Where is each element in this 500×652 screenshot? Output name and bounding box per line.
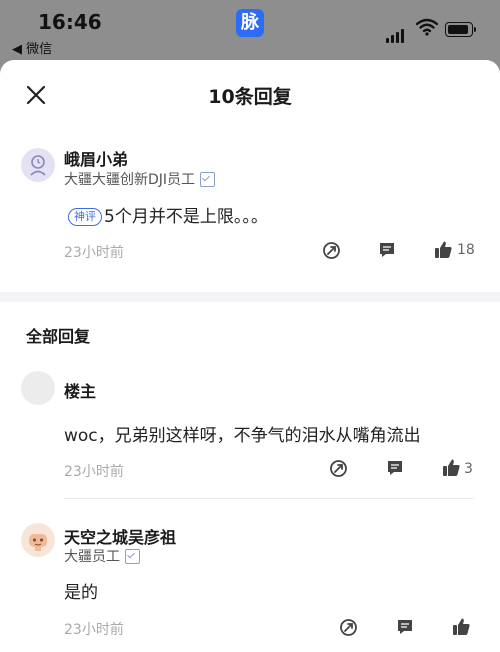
author-name[interactable]: 峨眉小弟 bbox=[64, 146, 128, 170]
avatar[interactable] bbox=[21, 148, 55, 182]
author-name[interactable]: 天空之城吴彦祖 bbox=[64, 524, 176, 548]
comment-text: woc，兄弟别这样呀，不争气的泪水从嘴角流出 bbox=[64, 426, 421, 446]
back-to-app-link[interactable]: ◀ 微信 bbox=[12, 38, 52, 57]
wifi-icon bbox=[416, 18, 438, 36]
person-icon bbox=[30, 155, 46, 176]
comment-icon[interactable] bbox=[378, 241, 396, 259]
verified-icon bbox=[125, 548, 140, 564]
author-subtitle: 大疆大疆创新DJI员工 bbox=[64, 169, 216, 189]
author-name[interactable]: 楼主 bbox=[64, 378, 96, 402]
share-icon[interactable] bbox=[339, 618, 358, 637]
replies-sheet: 10条回复 峨眉小弟 大疆大疆创新DJI员工 神评 5个月并不是上限。。。 23小… bbox=[0, 60, 500, 652]
comment-body: 5个月并不是上限。。。 bbox=[104, 207, 268, 227]
author-company: 大疆员工 bbox=[64, 549, 120, 565]
like-count: 3 bbox=[464, 461, 473, 477]
status-time: 16:46 bbox=[38, 10, 102, 34]
signal-icon bbox=[386, 24, 406, 43]
like-count: 18 bbox=[457, 242, 475, 258]
comment-icon[interactable] bbox=[396, 618, 414, 636]
comment-time: 23小时前 bbox=[64, 622, 124, 638]
thumbs-up-icon[interactable] bbox=[452, 617, 471, 636]
comment-time: 23小时前 bbox=[64, 464, 124, 480]
battery-icon bbox=[445, 22, 476, 37]
share-icon[interactable] bbox=[322, 241, 341, 260]
author-company: 大疆大疆创新DJI员工 bbox=[64, 172, 196, 188]
comment-time: 23小时前 bbox=[64, 245, 124, 261]
avatar[interactable] bbox=[21, 371, 55, 405]
avatar[interactable] bbox=[21, 523, 55, 557]
comment-text: 是的 bbox=[64, 583, 98, 603]
status-bar: 16:46 ◀ 微信 脉 bbox=[0, 0, 500, 62]
featured-badge: 神评 bbox=[68, 208, 102, 226]
sheet-title: 10条回复 bbox=[208, 86, 292, 108]
cartoon-avatar-icon bbox=[29, 534, 47, 551]
comment-text: 神评 5个月并不是上限。。。 bbox=[68, 202, 268, 227]
share-icon[interactable] bbox=[329, 459, 348, 478]
author-subtitle: 大疆员工 bbox=[64, 546, 140, 566]
app-icon: 脉 bbox=[236, 9, 264, 37]
row-divider bbox=[64, 498, 474, 499]
section-title: 全部回复 bbox=[26, 327, 91, 346]
comment-icon[interactable] bbox=[386, 459, 404, 477]
verified-icon bbox=[200, 171, 216, 187]
section-divider bbox=[0, 292, 500, 302]
thumbs-up-icon[interactable] bbox=[442, 458, 461, 477]
thumbs-up-icon[interactable] bbox=[434, 240, 453, 259]
